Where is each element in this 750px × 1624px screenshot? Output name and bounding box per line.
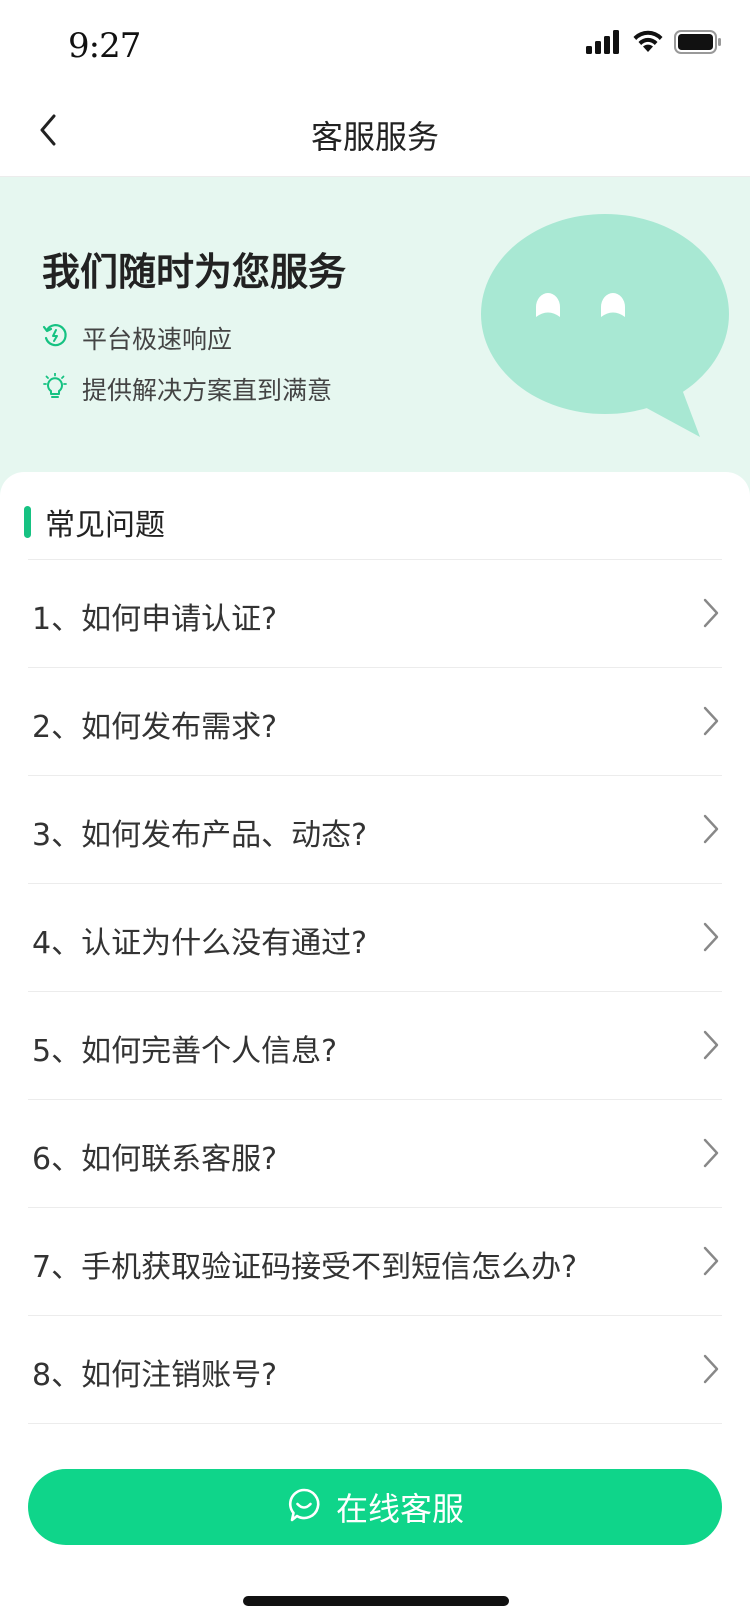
chevron-right-icon	[702, 706, 720, 740]
faq-section-title: 常见问题	[45, 508, 165, 543]
wifi-icon	[632, 30, 664, 58]
faq-item-text: 6、如何联系客服?	[32, 1142, 278, 1177]
faq-item[interactable]: 1、如何申请认证?	[28, 559, 722, 667]
faq-header: 常见问题	[24, 500, 165, 544]
faq-card: 常见问题 1、如何申请认证? 2、如何发布需求? 3、如何发布产品、动态? 4、…	[0, 472, 750, 1624]
status-icons	[586, 30, 722, 58]
faq-item[interactable]: 5、如何完善个人信息?	[28, 991, 722, 1099]
status-time: 9:27	[68, 26, 141, 66]
chevron-right-icon	[702, 1138, 720, 1172]
status-bar: 9:27	[0, 0, 750, 88]
page-title: 客服服务	[310, 118, 439, 156]
signal-icon	[586, 30, 622, 58]
lightbulb-icon	[42, 372, 82, 405]
hero-feature-text: 平台极速响应	[82, 325, 233, 354]
faq-item-text: 3、如何发布产品、动态?	[32, 818, 368, 853]
faq-item[interactable]: 4、认证为什么没有通过?	[28, 883, 722, 991]
battery-icon	[674, 30, 722, 58]
faq-item-text: 5、如何完善个人信息?	[32, 1034, 338, 1069]
faq-item[interactable]: 8、如何注销账号?	[28, 1315, 722, 1424]
chevron-right-icon	[702, 814, 720, 848]
home-indicator	[243, 1596, 509, 1606]
hero-banner: 我们随时为您服务 平台极速响应 提供解决方案直到满意	[0, 177, 750, 497]
clock-refresh-icon	[42, 322, 82, 354]
faq-item[interactable]: 7、手机获取验证码接受不到短信怎么办?	[28, 1207, 722, 1315]
hero-feature-text: 提供解决方案直到满意	[82, 376, 333, 405]
chevron-right-icon	[702, 1030, 720, 1064]
faq-item-text: 1、如何申请认证?	[32, 602, 278, 637]
faq-item-text: 2、如何发布需求?	[32, 710, 278, 745]
section-accent-bar	[24, 506, 31, 538]
online-service-button[interactable]: 在线客服	[28, 1469, 722, 1545]
faq-list: 1、如何申请认证? 2、如何发布需求? 3、如何发布产品、动态? 4、认证为什么…	[28, 559, 722, 1424]
faq-item-text: 4、认证为什么没有通过?	[32, 926, 368, 961]
faq-item[interactable]: 2、如何发布需求?	[28, 667, 722, 775]
hero-title: 我们随时为您服务	[42, 250, 347, 294]
chevron-right-icon	[702, 922, 720, 956]
smile-chat-icon	[286, 1487, 322, 1527]
chevron-right-icon	[702, 1354, 720, 1388]
hero-feature-fast-response: 平台极速响应	[42, 320, 232, 356]
faq-item[interactable]: 6、如何联系客服?	[28, 1099, 722, 1207]
chat-bubble-illustration	[480, 214, 740, 458]
faq-item-text: 8、如何注销账号?	[32, 1358, 278, 1393]
faq-item-text: 7、手机获取验证码接受不到短信怎么办?	[32, 1250, 578, 1285]
chevron-right-icon	[702, 598, 720, 632]
nav-bar: 客服服务	[0, 88, 750, 177]
faq-item[interactable]: 3、如何发布产品、动态?	[28, 775, 722, 883]
online-service-label: 在线客服	[335, 1490, 464, 1528]
chevron-right-icon	[702, 1246, 720, 1280]
hero-feature-solution: 提供解决方案直到满意	[42, 371, 332, 407]
